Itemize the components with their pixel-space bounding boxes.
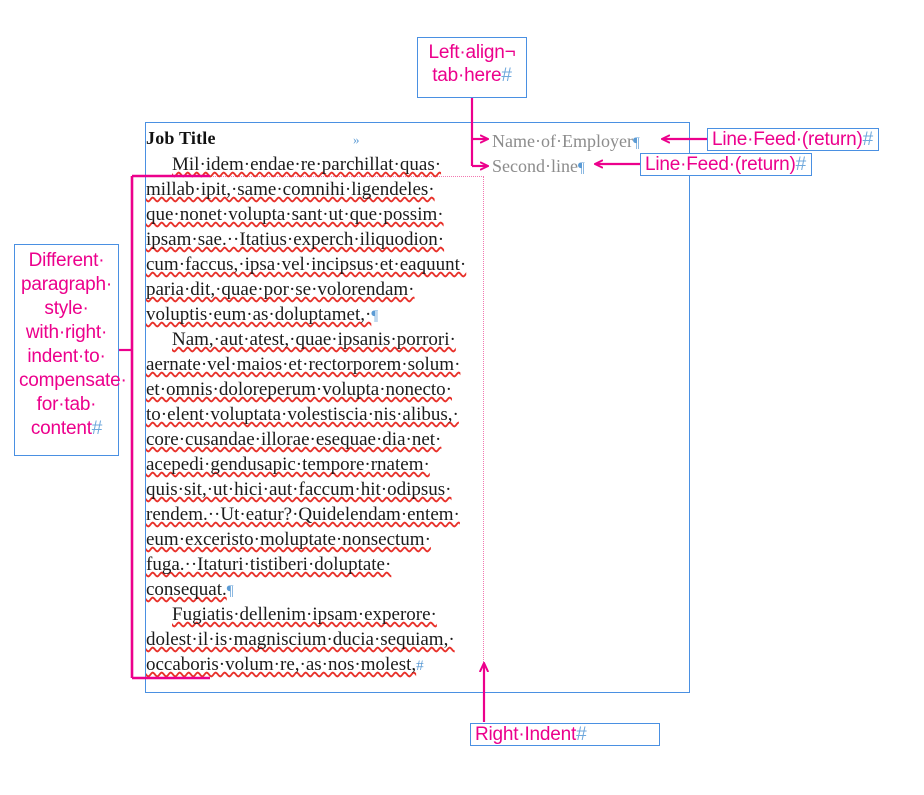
pilcrow-icon: ¶ — [226, 583, 234, 599]
paragraph-2: Nam,·aut·atest,·quae·ipsanis·porrori· ae… — [146, 327, 496, 602]
paragraph-line: Nam,·aut·atest,·quae·ipsanis·porrori· — [172, 329, 456, 350]
employer-name-line: Name·of·Employer¶ — [492, 130, 640, 154]
end-of-story-icon: # — [91, 418, 103, 439]
job-title-heading: Job Title — [146, 127, 216, 149]
paragraph-3: Fugiatis·dellenim·ipsam·experore· dolest… — [146, 602, 496, 677]
paragraph-line: aernate·vel·maios·et·rectorporem·solum· — [146, 354, 461, 375]
end-of-story-icon: # — [501, 65, 512, 86]
paragraph-line: cum·faccus,·ipsa·vel·incipsus·et·eaquunt… — [146, 254, 467, 275]
paragraph-1: Mil·idem·endae·re·parchillat·quas· milla… — [146, 152, 496, 327]
callout-line: for·tab· — [36, 394, 97, 415]
callout-left-align-tab[interactable]: Left·align¬ tab·here# — [417, 37, 527, 98]
paragraph-line: ipsam·sae.··Itatius·experch·iliquodion· — [146, 229, 445, 250]
paragraph-line: que·nonet·volupta·sant·ut·que·possim· — [146, 204, 444, 225]
callout-line-feed-2[interactable]: Line·Feed·(return)# — [640, 153, 812, 176]
callout-line: Different· — [28, 250, 105, 271]
paragraph-line: consequat. — [146, 579, 227, 600]
screenshot-canvas: Job Title » Name·of·Employer¶ Second·lin… — [0, 0, 924, 795]
employer-second-text: Second·line — [492, 156, 578, 176]
pilcrow-icon: ¶ — [632, 135, 640, 151]
callout-line: content — [30, 418, 92, 439]
callout-right-indent[interactable]: Right·Indent# — [470, 723, 660, 746]
callout-line: tab·here — [432, 65, 502, 86]
callout-line: indent·to· — [27, 346, 106, 367]
employer-name-text: Name·of·Employer — [492, 131, 633, 151]
paragraph-line: Mil·idem·endae·re·parchillat·quas· — [172, 154, 442, 175]
paragraph-line: rendem.··Ut·eatur?·Quidelendam·entem· — [146, 504, 460, 525]
callout-line: compensate· — [19, 370, 127, 391]
callout-line-feed-1[interactable]: Line·Feed·(return)# — [707, 128, 879, 151]
paragraph-line: fuga.··Itaturi·tistiberi·doluptate· — [146, 554, 392, 575]
paragraph-line: voluptis·eum·as·doluptamet,· — [146, 304, 372, 325]
tab-marker-icon: » — [353, 132, 360, 147]
paragraph-line: eum·exceristo·moluptate·nonsectum· — [146, 529, 431, 550]
paragraph-line: paria·dit,·quae·por·se·volorendam· — [146, 279, 415, 300]
callout-line: with·right· — [25, 322, 108, 343]
end-of-story-icon: # — [795, 154, 807, 175]
paragraph-line: millab·ipit,·same·comnihi·ligendeles· — [146, 179, 435, 200]
callout-line: paragraph· — [21, 274, 112, 295]
pilcrow-icon: ¶ — [577, 160, 585, 176]
paragraph-line: core·cusandae·illorae·esequae·dia·net· — [146, 429, 442, 450]
callout-line: Left·align¬ — [428, 42, 516, 63]
callout-line: Line·Feed·(return) — [645, 154, 796, 175]
paragraph-line: Fugiatis·dellenim·ipsam·experore· — [172, 604, 437, 625]
callout-line: Line·Feed·(return) — [712, 129, 863, 150]
paragraph-line: et·omnis·doloreperum·volupta·nonecto· — [146, 379, 453, 400]
job-title-text: Job Title — [146, 128, 216, 148]
callout-line: style· — [44, 298, 89, 319]
paragraph-line: dolest·il·is·magniscium·ducia·sequiam,· — [146, 629, 455, 650]
paragraph-line: to·elent·voluptata·volestiscia·nis·alibu… — [146, 404, 459, 425]
paragraph-line: occaboris·volum·re,·as·nos·molest, — [146, 654, 417, 675]
end-of-story-icon: # — [416, 658, 424, 674]
callout-paragraph-style[interactable]: Different· paragraph· style· with·right·… — [14, 244, 127, 456]
title-rule — [145, 122, 690, 123]
employer-second-line: Second·line¶ — [492, 155, 585, 179]
callout-line: Right·Indent — [475, 724, 577, 745]
end-of-story-icon: # — [862, 129, 874, 150]
end-of-story-icon: # — [576, 724, 587, 745]
paragraph-line: quis·sit,·ut·hici·aut·faccum·hit·odipsus… — [146, 479, 452, 500]
paragraph-line: acepedi·gendusapic·tempore·rnatem· — [146, 454, 430, 475]
pilcrow-icon: ¶ — [371, 308, 379, 324]
